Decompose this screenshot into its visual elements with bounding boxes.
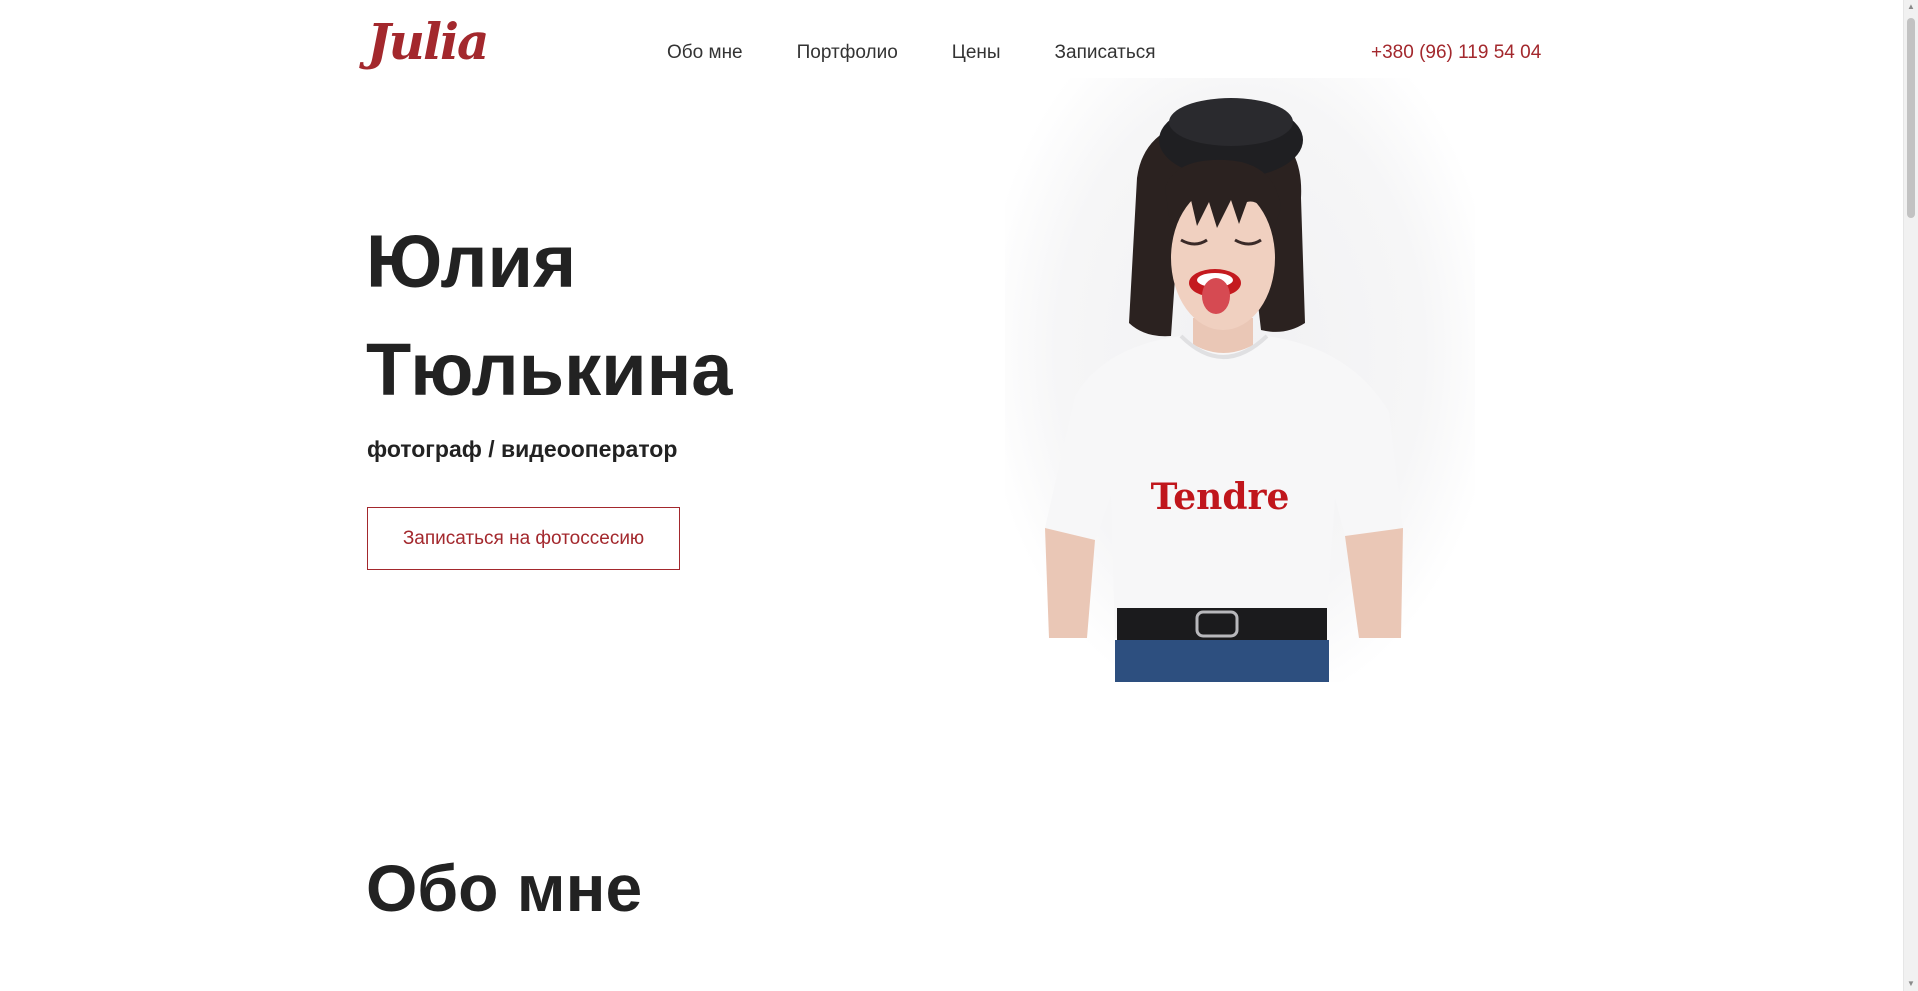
hero-name-first: Юлия — [366, 220, 577, 303]
scroll-down-arrow-icon[interactable]: ▼ — [1904, 977, 1918, 991]
about-title: Обо мне — [366, 851, 643, 925]
book-photoshoot-button[interactable]: Записаться на фотоссесию — [367, 507, 680, 570]
vertical-scrollbar[interactable]: ▲ ▼ — [1903, 0, 1918, 991]
nav-item-about[interactable]: Обо мне — [667, 42, 743, 64]
site-header: Julia Обо мне Портфолио Цены Записаться … — [0, 0, 1904, 105]
scroll-up-arrow-icon[interactable]: ▲ — [1904, 0, 1918, 14]
shirt-print-text: Tendre — [1151, 476, 1290, 518]
phone-link[interactable]: +380 (96) 119 54 04 — [1371, 42, 1541, 64]
hero-title: Юлия Тюлькина — [366, 208, 732, 424]
hero-photo: Tendre — [1005, 78, 1475, 682]
scrollbar-thumb[interactable] — [1907, 18, 1915, 218]
hero-subtitle: фотограф / видеооператор — [367, 436, 678, 462]
main-nav: Обо мне Портфолио Цены Записаться — [667, 42, 1156, 64]
hero-photo-illustration: Tendre — [1045, 98, 1403, 682]
page: Julia Обо мне Портфолио Цены Записаться … — [0, 0, 1918, 991]
nav-item-booking[interactable]: Записаться — [1055, 42, 1156, 64]
logo[interactable]: Julia — [367, 17, 489, 67]
hero-name-last: Тюлькина — [366, 328, 733, 411]
nav-item-portfolio[interactable]: Портфолио — [797, 42, 898, 64]
nav-item-prices[interactable]: Цены — [952, 42, 1001, 64]
